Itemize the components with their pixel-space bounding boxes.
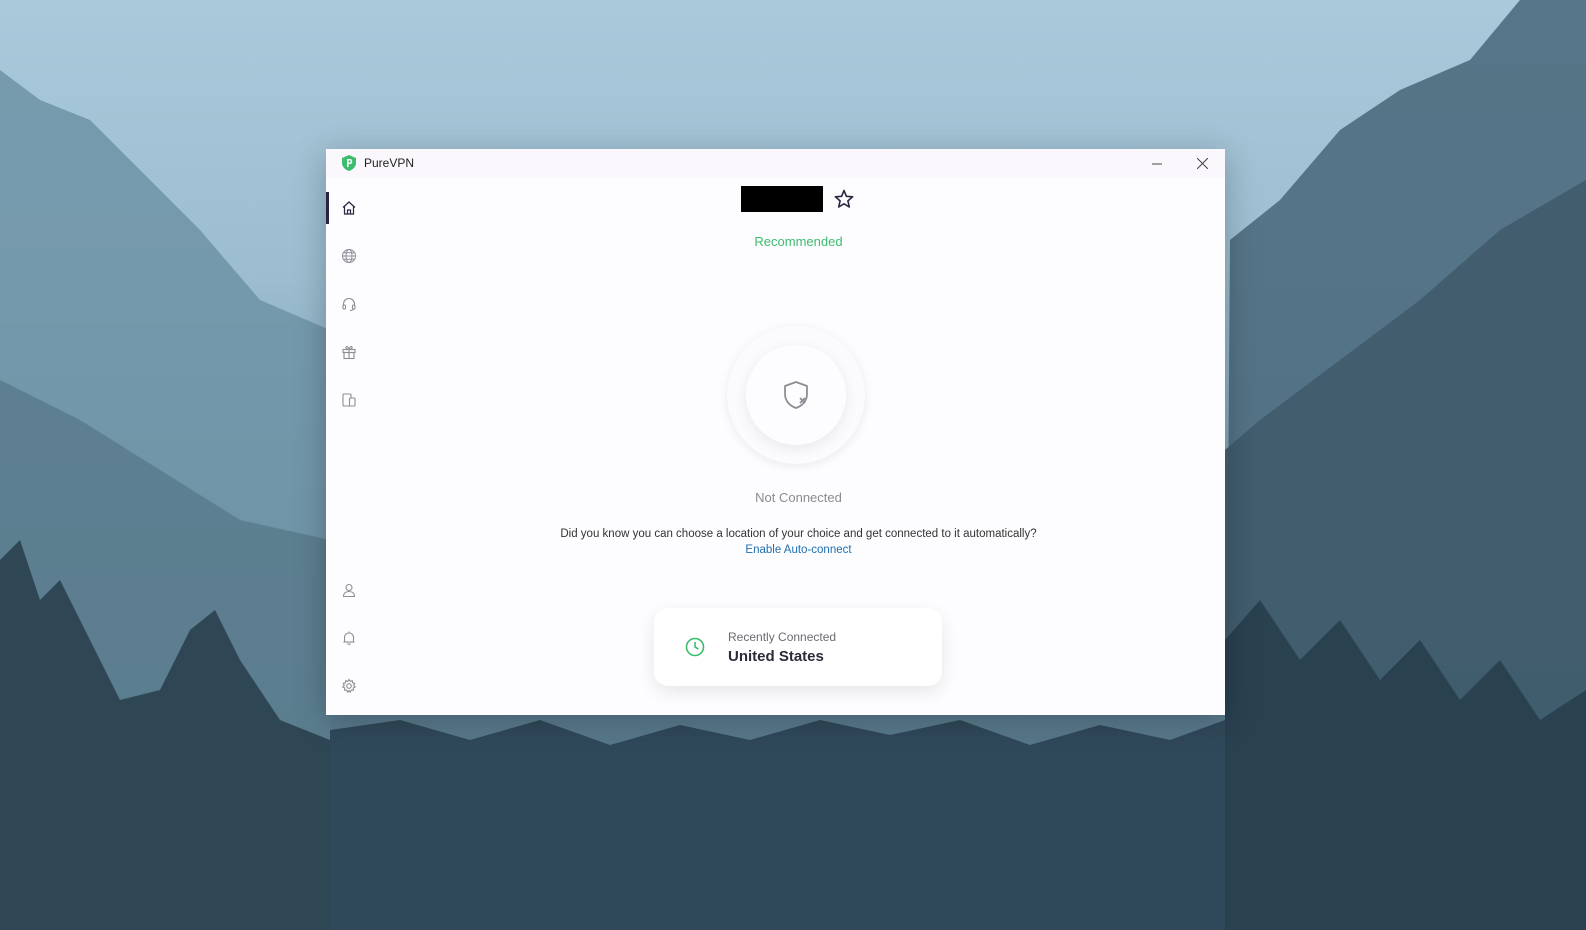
- app-window: PureVPN Recommended Not Connected Did yo…: [326, 149, 1225, 715]
- sidebar-item-notifications[interactable]: [326, 620, 372, 656]
- connect-button[interactable]: [727, 326, 865, 464]
- globe-icon: [342, 249, 356, 263]
- minimize-button[interactable]: [1134, 149, 1180, 178]
- main-panel: Recommended Not Connected Did you know y…: [372, 178, 1225, 715]
- auto-connect-tip: Did you know you can choose a location o…: [560, 528, 1037, 540]
- recently-connected-label: Recently Connected: [728, 630, 837, 644]
- sidebar-item-home[interactable]: [326, 190, 372, 226]
- shield-disconnected-icon: [784, 381, 808, 409]
- sidebar-item-rewards[interactable]: [326, 334, 372, 370]
- recommended-label: Recommended: [754, 234, 843, 249]
- desktop: PureVPN Recommended Not Connected Did yo…: [0, 0, 1586, 930]
- devices-icon: [342, 393, 356, 407]
- sidebar-item-settings[interactable]: [326, 668, 372, 704]
- enable-auto-connect-link[interactable]: Enable Auto-connect: [372, 544, 1225, 556]
- connection-status: Not Connected: [755, 490, 842, 505]
- recently-connected-location: United States: [728, 648, 824, 665]
- sidebar-item-account[interactable]: [326, 572, 372, 608]
- app-title: PureVPN: [364, 156, 415, 170]
- user-icon: [342, 583, 356, 598]
- sidebar-item-devices[interactable]: [326, 382, 372, 418]
- clock-icon: [685, 637, 705, 657]
- home-icon: [342, 201, 356, 215]
- sidebar: [326, 178, 372, 715]
- gear-icon: [341, 678, 357, 694]
- server-name-redacted[interactable]: [741, 186, 823, 212]
- bell-icon: [343, 631, 355, 645]
- favorite-star-icon[interactable]: [833, 188, 855, 210]
- title-bar[interactable]: PureVPN: [326, 149, 1225, 178]
- sidebar-item-support[interactable]: [326, 286, 372, 322]
- sidebar-item-locations[interactable]: [326, 238, 372, 274]
- close-button[interactable]: [1179, 149, 1225, 178]
- headset-icon: [342, 297, 356, 312]
- minimize-icon: [1152, 163, 1162, 164]
- connect-button-inner: [746, 345, 846, 445]
- recently-connected-card[interactable]: Recently Connected United States: [654, 608, 942, 686]
- purevpn-logo-icon: [342, 155, 356, 171]
- close-icon: [1196, 158, 1208, 169]
- gift-icon: [342, 345, 356, 360]
